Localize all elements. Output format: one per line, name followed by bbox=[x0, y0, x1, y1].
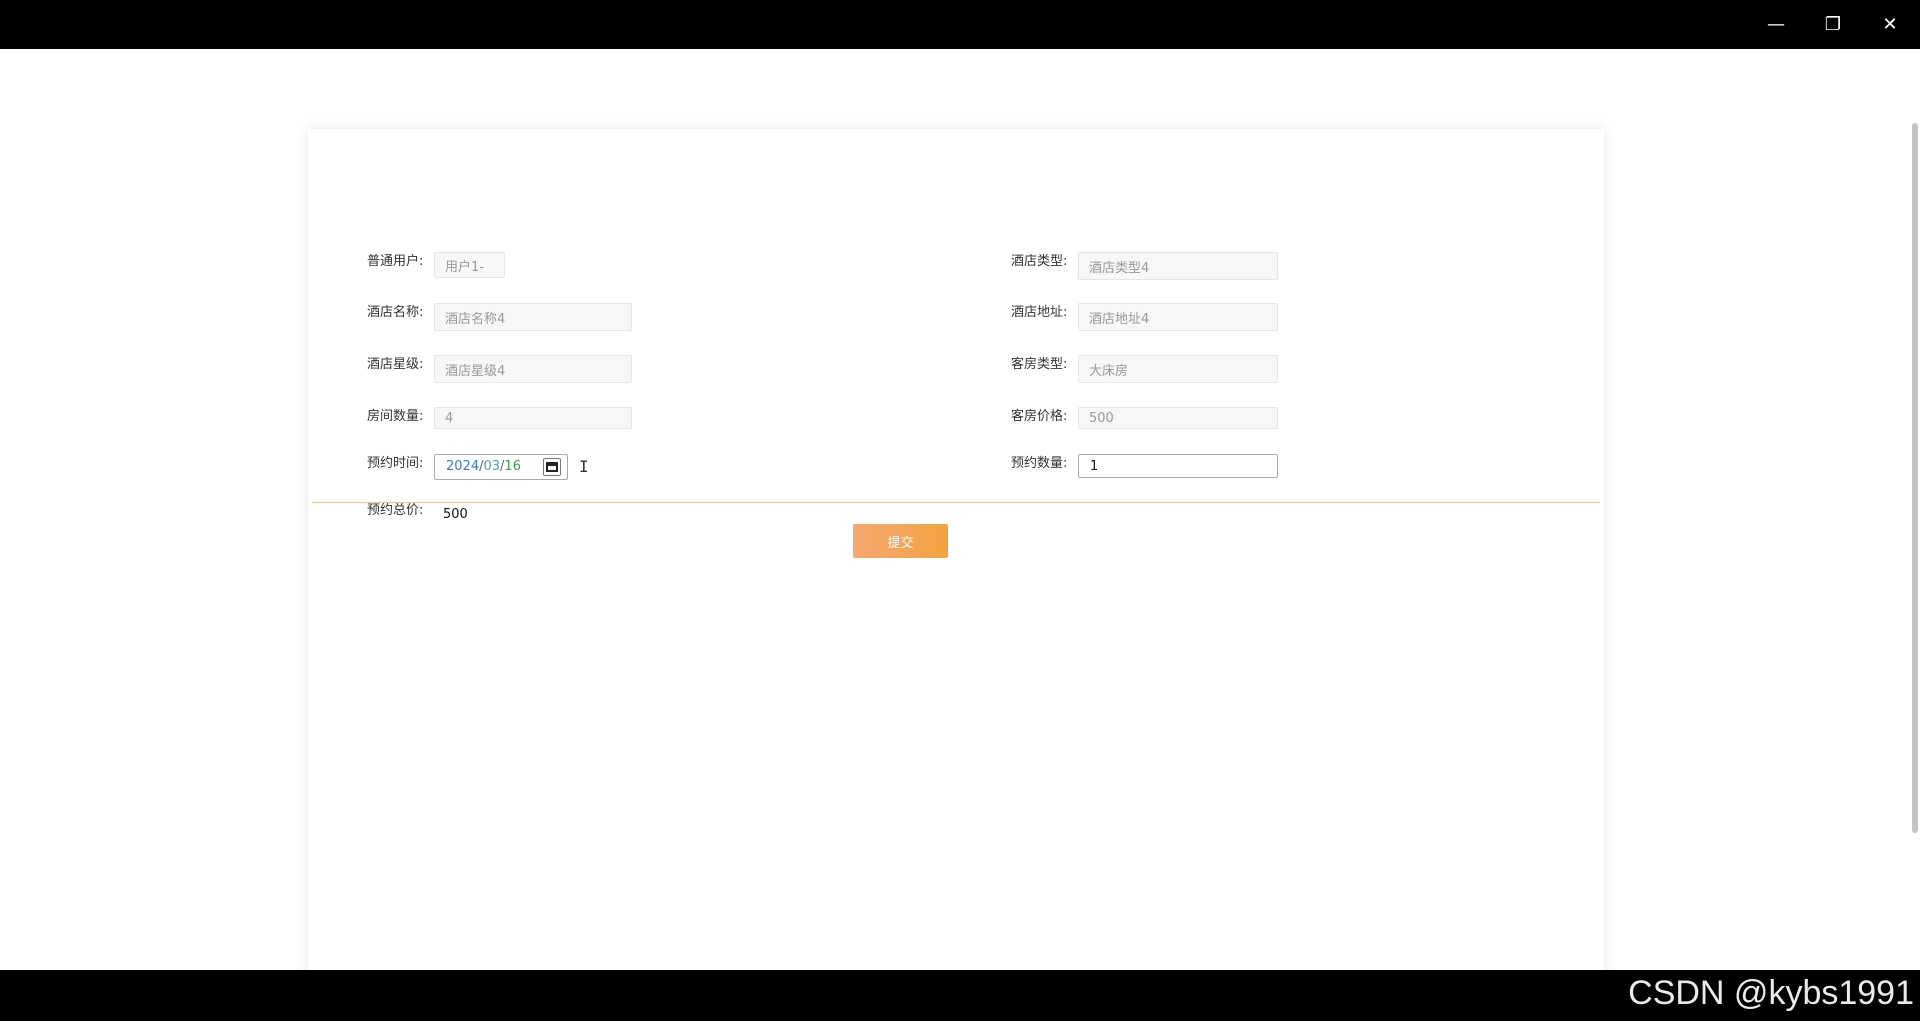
hotel-type-input[interactable] bbox=[1078, 252, 1278, 280]
window-title-bar: — ❐ ✕ bbox=[0, 0, 1920, 49]
field-label: 预约总价: bbox=[367, 503, 424, 518]
field-room-count: 房间数量: bbox=[367, 407, 767, 437]
field-label: 预约时间: bbox=[367, 456, 424, 471]
field-hotel-type: 酒店类型: bbox=[1011, 252, 1411, 282]
booking-quantity-input[interactable] bbox=[1078, 454, 1278, 478]
field-label: 酒店地址: bbox=[1011, 305, 1068, 320]
hotel-star-input[interactable] bbox=[434, 355, 632, 383]
hotel-address-input[interactable] bbox=[1078, 303, 1278, 331]
scrollbar[interactable] bbox=[1910, 49, 1920, 970]
field-regular-user: 普通用户: bbox=[367, 252, 767, 282]
field-booking-date: 预约时间: 2024/03/16 bbox=[367, 454, 767, 484]
scrollbar-thumb[interactable] bbox=[1912, 123, 1918, 833]
booking-date-input[interactable]: 2024/03/16 bbox=[434, 454, 568, 480]
room-count-input[interactable] bbox=[434, 407, 632, 429]
field-room-price: 客房价格: bbox=[1011, 407, 1411, 437]
close-icon[interactable]: ✕ bbox=[1872, 8, 1908, 40]
calendar-icon[interactable] bbox=[543, 458, 561, 476]
field-label: 酒店类型: bbox=[1011, 254, 1068, 269]
field-label: 房间数量: bbox=[367, 409, 424, 424]
hotel-name-input[interactable] bbox=[434, 303, 632, 331]
page-viewport: 普通用户: 酒店名称: 酒店星级: 房间数量: 预约时间: 2024/03/16… bbox=[0, 49, 1920, 970]
field-booking-quantity: 预约数量: bbox=[1011, 454, 1411, 484]
field-hotel-address: 酒店地址: bbox=[1011, 303, 1411, 333]
field-hotel-name: 酒店名称: bbox=[367, 303, 767, 333]
regular-user-input[interactable] bbox=[434, 252, 505, 278]
booking-form-card: 普通用户: 酒店名称: 酒店星级: 房间数量: 预约时间: 2024/03/16… bbox=[308, 129, 1604, 970]
text-cursor-icon: I bbox=[579, 457, 589, 476]
submit-button[interactable]: 提交 bbox=[853, 524, 948, 558]
field-label: 酒店星级: bbox=[367, 357, 424, 372]
bottom-bar: CSDN @kybs1991 bbox=[0, 970, 1920, 1021]
field-hotel-star: 酒店星级: bbox=[367, 355, 767, 385]
room-type-input[interactable] bbox=[1078, 355, 1278, 383]
date-day[interactable]: 16 bbox=[504, 459, 521, 474]
restore-icon[interactable]: ❐ bbox=[1815, 8, 1851, 40]
field-label: 预约数量: bbox=[1011, 456, 1068, 471]
field-label: 客房类型: bbox=[1011, 357, 1068, 372]
date-month[interactable]: 03 bbox=[483, 459, 500, 474]
field-label: 客房价格: bbox=[1011, 409, 1068, 424]
field-room-type: 客房类型: bbox=[1011, 355, 1411, 385]
minimize-icon[interactable]: — bbox=[1758, 8, 1794, 40]
date-year[interactable]: 2024 bbox=[446, 459, 479, 474]
total-price-input[interactable] bbox=[434, 501, 632, 527]
form-divider bbox=[312, 502, 1600, 503]
room-price-input[interactable] bbox=[1078, 407, 1278, 429]
field-label: 酒店名称: bbox=[367, 305, 424, 320]
field-total-price: 预约总价: bbox=[367, 501, 767, 531]
field-label: 普通用户: bbox=[367, 254, 424, 269]
watermark: CSDN @kybs1991 bbox=[1628, 974, 1914, 1012]
